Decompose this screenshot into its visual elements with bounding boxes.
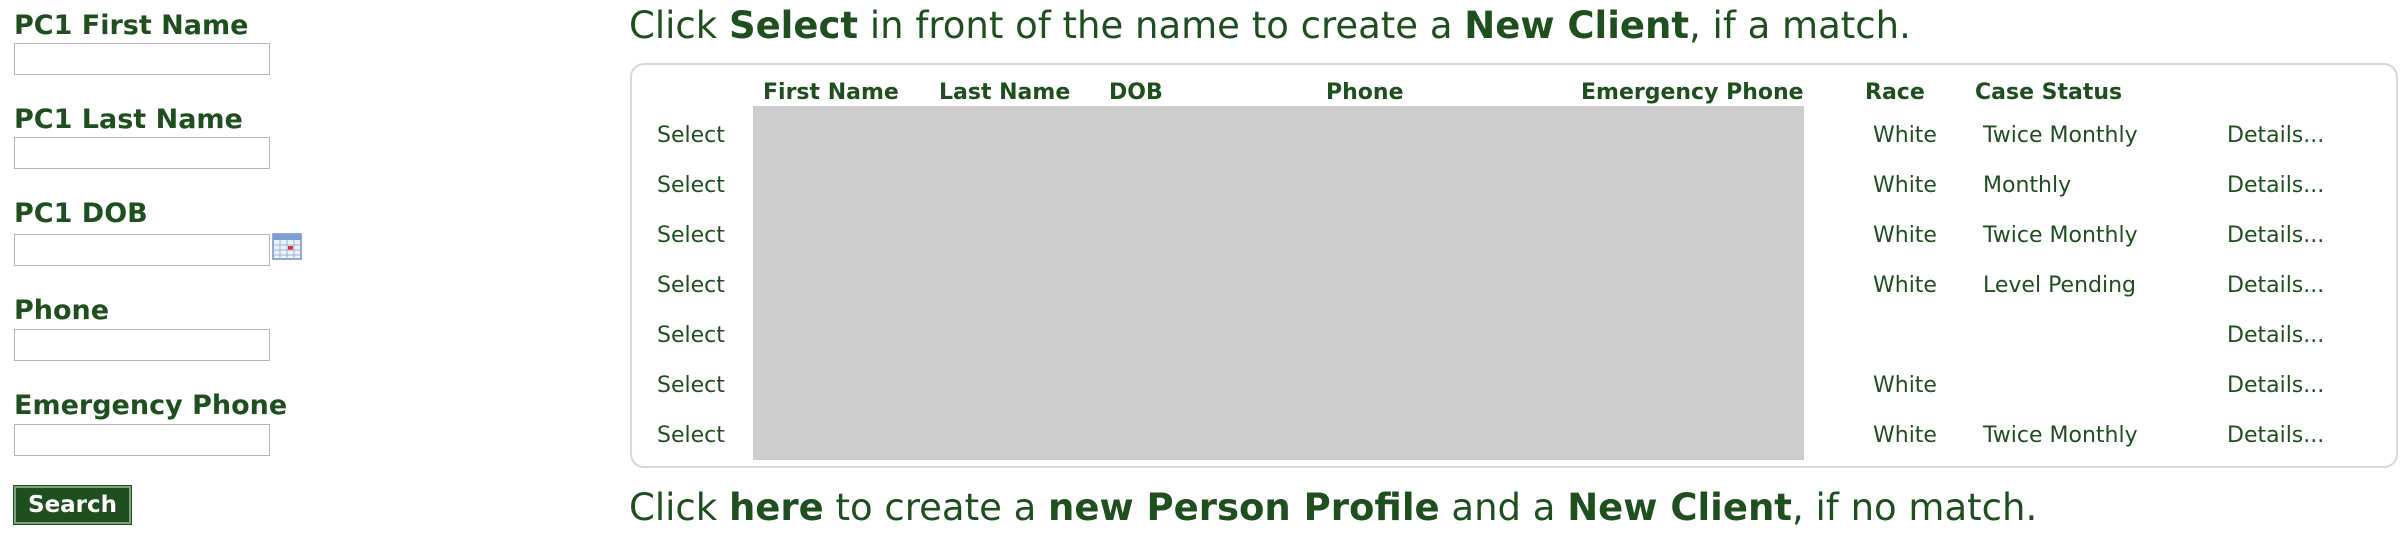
first-name-input[interactable] (14, 43, 270, 75)
case-status-cell: Twice Monthly (1983, 423, 2138, 448)
instruction-new-client-emphasis: New Client (1464, 4, 1690, 47)
case-status-cell: Level Pending (1983, 273, 2137, 298)
instruction-text: , if a match. (1689, 4, 1911, 47)
race-cell: White (1873, 223, 1937, 248)
details-link[interactable]: Details... (2227, 224, 2324, 248)
column-header-dob[interactable]: DOB (1109, 80, 1163, 105)
instruction-text: Click (629, 4, 729, 47)
dob-input[interactable] (14, 234, 270, 266)
select-instruction: Click Select in front of the name to cre… (629, 4, 1911, 47)
race-cell: White (1873, 123, 1937, 148)
phone-label: Phone (14, 295, 110, 326)
column-header-phone[interactable]: Phone (1326, 80, 1403, 105)
search-button[interactable]: Search (12, 485, 133, 525)
column-header-case-status[interactable]: Case Status (1975, 80, 2122, 105)
case-status-cell: Twice Monthly (1983, 223, 2138, 248)
details-link[interactable]: Details... (2227, 424, 2324, 448)
last-name-label: PC1 Last Name (14, 104, 243, 135)
page: PC1 First Name PC1 Last Name PC1 DOB Pho… (0, 0, 2408, 540)
column-header-first-name[interactable]: First Name (763, 80, 899, 105)
instruction-text: and a (1439, 486, 1568, 529)
select-link[interactable]: Select (657, 324, 725, 348)
here-link[interactable]: here (729, 486, 824, 529)
instruction-text: Click (629, 486, 729, 529)
instruction-text: , if no match. (1791, 486, 2038, 529)
select-link[interactable]: Select (657, 224, 725, 248)
details-link[interactable]: Details... (2227, 324, 2324, 348)
details-link[interactable]: Details... (2227, 174, 2324, 198)
case-status-cell: Monthly (1983, 173, 2072, 198)
details-link[interactable]: Details... (2227, 124, 2324, 148)
last-name-input[interactable] (14, 137, 270, 169)
case-status-cell: Twice Monthly (1983, 123, 2138, 148)
calendar-icon[interactable] (272, 231, 302, 261)
redacted-block (753, 106, 1804, 460)
select-link[interactable]: Select (657, 374, 725, 398)
race-cell: White (1873, 423, 1937, 448)
select-link[interactable]: Select (657, 424, 725, 448)
create-profile-instruction: Click here to create a new Person Profil… (629, 486, 2037, 529)
select-link[interactable]: Select (657, 174, 725, 198)
select-link[interactable]: Select (657, 274, 725, 298)
first-name-label: PC1 First Name (14, 10, 249, 41)
race-cell: White (1873, 273, 1937, 298)
column-header-race[interactable]: Race (1865, 80, 1925, 105)
emergency-phone-input[interactable] (14, 424, 270, 456)
select-link[interactable]: Select (657, 124, 725, 148)
phone-input[interactable] (14, 329, 270, 361)
dob-label: PC1 DOB (14, 198, 148, 229)
race-cell: White (1873, 373, 1937, 398)
instruction-select-emphasis: Select (728, 4, 859, 47)
race-cell: White (1873, 173, 1937, 198)
instruction-text: in front of the name to create a (858, 4, 1465, 47)
column-header-last-name[interactable]: Last Name (939, 80, 1070, 105)
details-link[interactable]: Details... (2227, 374, 2324, 398)
emergency-phone-label: Emergency Phone (14, 390, 288, 421)
column-header-emergency-phone[interactable]: Emergency Phone (1581, 80, 1804, 105)
instruction-new-client-emphasis: New Client (1567, 486, 1792, 529)
details-link[interactable]: Details... (2227, 274, 2324, 298)
instruction-text: to create a (823, 486, 1049, 529)
instruction-new-person-profile-emphasis: new Person Profile (1048, 486, 1440, 529)
